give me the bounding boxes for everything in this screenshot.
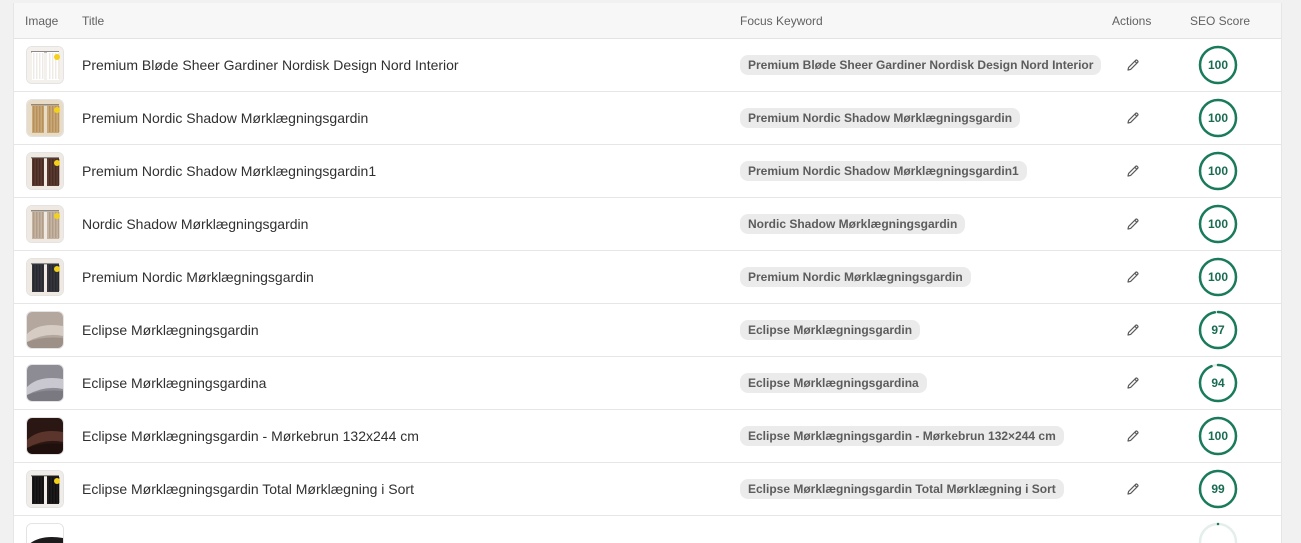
edit-icon[interactable] [1122, 213, 1144, 235]
table-row [14, 516, 1281, 543]
seo-score-value: 100 [1207, 164, 1229, 178]
seo-score-value: 100 [1207, 429, 1229, 443]
product-thumbnail-art [27, 365, 63, 401]
product-title: Eclipse Mørklægningsgardin Total Mørklæg… [82, 481, 414, 497]
product-title: Premium Nordic Shadow Mørklægningsgardin… [82, 163, 377, 179]
seo-score-badge: 94 [1198, 363, 1238, 403]
edit-icon[interactable] [1122, 478, 1144, 500]
seo-score-badge: 100 [1198, 416, 1238, 456]
focus-keyword-badge: Premium Bløde Sheer Gardiner Nordisk Des… [740, 55, 1102, 75]
header-actions: Actions [1112, 14, 1152, 28]
focus-keyword-badge: Eclipse Mørklægningsgardin [740, 320, 921, 340]
table-row: Premium Nordic Mørklægningsgardin Premium… [14, 251, 1281, 304]
table-row: Eclipse Mørklægningsgardin - Mørkebrun 1… [14, 410, 1281, 463]
product-thumbnail [26, 523, 64, 543]
seo-score-value: 100 [1207, 111, 1229, 125]
product-title: Premium Nordic Mørklægningsgardin [82, 269, 314, 285]
product-thumbnail [26, 311, 64, 349]
product-thumbnail [26, 46, 64, 84]
seo-score-value: 97 [1211, 323, 1225, 337]
edit-icon[interactable] [1122, 425, 1144, 447]
product-title: Eclipse Mørklægningsgardin - Mørkebrun 1… [82, 428, 419, 444]
table-row: Eclipse Mørklægningsgardina Eclipse Mørkl… [14, 357, 1281, 410]
seo-score-badge: 99 [1198, 469, 1238, 509]
header-title: Title [82, 14, 105, 28]
product-thumbnail [26, 470, 64, 508]
edit-icon[interactable] [1122, 107, 1144, 129]
focus-keyword-badge: Eclipse Mørklægningsgardina [740, 373, 927, 393]
seo-score-value: 100 [1207, 58, 1229, 72]
header-focus-keyword: Focus Keyword [740, 14, 823, 28]
header-seo-score: SEO Score [1190, 14, 1251, 28]
product-title: Nordic Shadow Mørklægningsgardin [82, 216, 309, 232]
product-title: Premium Nordic Shadow Mørklægningsgardin [82, 110, 369, 126]
product-thumbnail [26, 99, 64, 137]
product-thumbnail-art [27, 100, 63, 136]
seo-score-value: 99 [1211, 482, 1225, 496]
header-image: Image [25, 14, 59, 28]
table-row: Eclipse Mørklægningsgardin Eclipse Mørklæ… [14, 304, 1281, 357]
product-thumbnail-art [27, 259, 63, 295]
focus-keyword-badge: Premium Nordic Mørklægningsgardin [740, 267, 971, 287]
table-row: Nordic Shadow Mørklægningsgardin Nordic S… [14, 198, 1281, 251]
product-thumbnail-art [27, 312, 63, 348]
table-row: Premium Nordic Shadow Mørklægningsgardin… [14, 145, 1281, 198]
product-thumbnail-art [27, 47, 63, 83]
product-thumbnail [26, 258, 64, 296]
product-thumbnail [26, 205, 64, 243]
seo-score-value: 100 [1207, 270, 1229, 284]
edit-icon[interactable] [1122, 54, 1144, 76]
focus-keyword-badge: Eclipse Mørklægningsgardin Total Mørklæg… [740, 479, 1064, 499]
product-thumbnail [26, 152, 64, 190]
product-thumbnail [26, 417, 64, 455]
table-row: Eclipse Mørklægningsgardin Total Mørklæg… [14, 463, 1281, 516]
seo-score-value: 94 [1211, 376, 1225, 390]
edit-icon[interactable] [1122, 372, 1144, 394]
product-thumbnail-art [27, 418, 63, 454]
product-thumbnail-art [27, 206, 63, 242]
seo-score-value [1198, 522, 1238, 543]
product-thumbnail-art [27, 471, 63, 507]
edit-icon[interactable] [1122, 319, 1144, 341]
table-header: Image Title Focus Keyword Actions SEO Sc… [14, 3, 1281, 39]
edit-icon[interactable] [1122, 160, 1144, 182]
seo-score-badge: 100 [1198, 204, 1238, 244]
focus-keyword-badge: Eclipse Mørklægningsgardin - Mørkebrun 1… [740, 426, 1064, 446]
product-thumbnail-art [27, 524, 63, 543]
seo-score-badge: 100 [1198, 151, 1238, 191]
edit-icon[interactable] [1122, 266, 1144, 288]
product-title: Eclipse Mørklægningsgardina [82, 375, 267, 391]
seo-score-badge: 97 [1198, 310, 1238, 350]
seo-score-badge: 100 [1198, 98, 1238, 138]
seo-score-badge: 100 [1198, 257, 1238, 297]
table-row: Premium Nordic Shadow Mørklægningsgardin… [14, 92, 1281, 145]
product-thumbnail [26, 364, 64, 402]
products-table: Image Title Focus Keyword Actions SEO Sc… [13, 3, 1282, 543]
product-title: Premium Bløde Sheer Gardiner Nordisk Des… [82, 57, 459, 73]
focus-keyword-badge: Premium Nordic Shadow Mørklægningsgardin [740, 108, 1021, 128]
product-title: Eclipse Mørklægningsgardin [82, 322, 259, 338]
seo-score-value: 100 [1207, 217, 1229, 231]
product-thumbnail-art [27, 153, 63, 189]
table-row: Premium Bløde Sheer Gardiner Nordisk Des… [14, 39, 1281, 92]
focus-keyword-badge: Premium Nordic Shadow Mørklægningsgardin… [740, 161, 1027, 181]
seo-score-badge: 100 [1198, 45, 1238, 85]
seo-score-badge [1198, 522, 1238, 543]
focus-keyword-badge: Nordic Shadow Mørklægningsgardin [740, 214, 966, 234]
